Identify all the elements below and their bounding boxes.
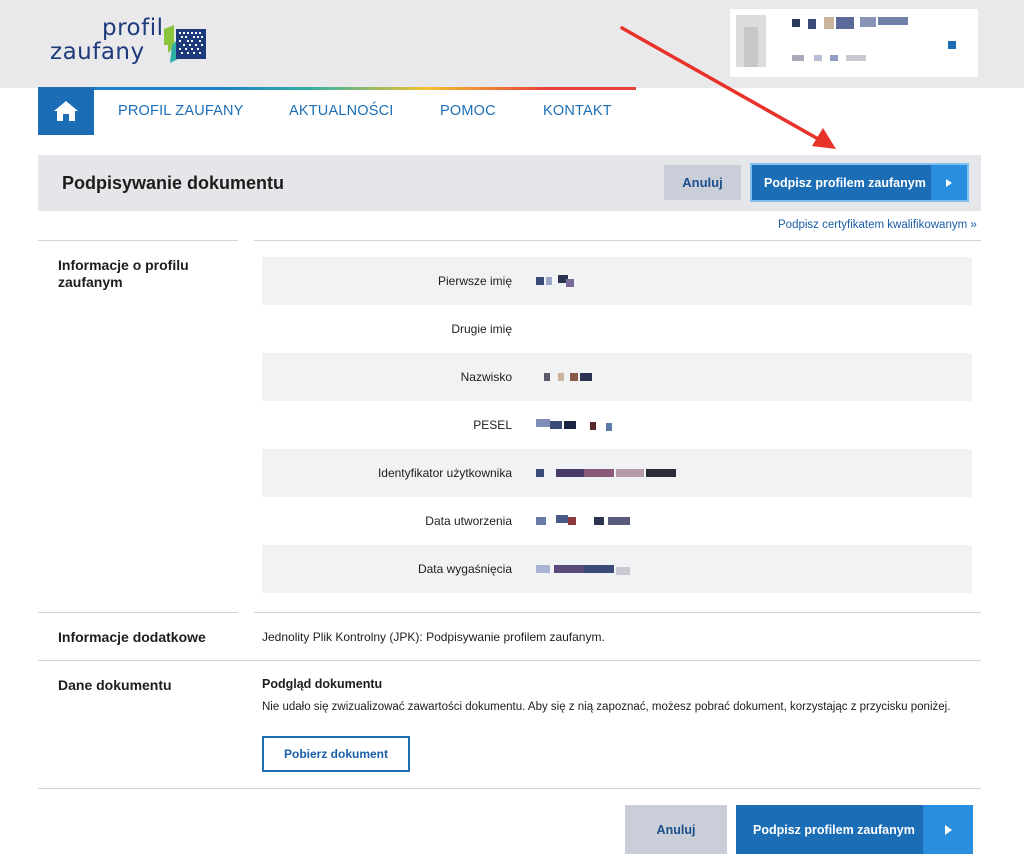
info-row-surname: Nazwisko <box>262 353 972 401</box>
info-row-created-date: Data utworzenia <box>262 497 972 545</box>
section-divider <box>254 612 981 613</box>
user-account-box-redacted[interactable] <box>730 9 978 77</box>
section-divider <box>38 788 981 789</box>
info-row-pesel: PESEL <box>262 401 972 449</box>
nav-item-kontakt[interactable]: KONTAKT <box>543 103 612 119</box>
field-label: Nazwisko <box>460 370 512 384</box>
section-label-document-data: Dane dokumentu <box>58 677 172 693</box>
field-label: Pierwsze imię <box>437 274 512 288</box>
sign-with-qualified-certificate-link[interactable]: Podpisz certyfikatem kwalifikowanym » <box>778 219 977 231</box>
sign-trusted-profile-button-top[interactable]: Podpisz profilem zaufanym <box>750 163 969 202</box>
section-divider <box>38 660 981 661</box>
sign-trusted-profile-button-bottom[interactable]: Podpisz profilem zaufanym <box>736 805 973 854</box>
play-arrow-icon <box>923 805 973 854</box>
name-redacted <box>808 19 816 29</box>
nav-color-stripe <box>38 87 636 90</box>
name-redacted <box>824 17 834 29</box>
nav-item-profil-zaufany[interactable]: PROFIL ZAUFANY <box>118 103 244 119</box>
page-header-bar: Podpisywanie dokumentu Anuluj Podpisz pr… <box>38 155 981 211</box>
field-label: Drugie imię <box>451 322 512 336</box>
logo-text-line2: zaufany <box>50 39 145 65</box>
field-label: Identyfikator użytkownika <box>377 466 512 480</box>
play-arrow-icon <box>931 165 967 200</box>
nav-item-pomoc[interactable]: POMOC <box>440 103 496 119</box>
logo-mark-icon <box>164 25 206 63</box>
field-label: Data wygaśnięcia <box>417 562 512 576</box>
field-label: PESEL <box>473 418 512 432</box>
status-dot <box>948 41 956 49</box>
document-preview-title: Podgląd dokumentu <box>262 677 383 691</box>
document-preview-message: Nie udało się zwizualizować zawartości d… <box>262 701 951 713</box>
home-button[interactable] <box>38 87 94 135</box>
download-document-button[interactable]: Pobierz dokument <box>262 736 410 772</box>
field-label: Data utworzenia <box>425 514 512 528</box>
home-icon <box>54 101 78 121</box>
section-divider <box>38 240 238 241</box>
info-row-user-id: Identyfikator użytkownika <box>262 449 972 497</box>
nav-item-aktualnosci[interactable]: AKTUALNOŚCI <box>289 103 394 119</box>
name-redacted <box>836 17 854 29</box>
info-row-second-name: Drugie imię <box>262 305 972 353</box>
info-row-expiry-date: Data wygaśnięcia <box>262 545 972 593</box>
section-divider <box>254 240 981 241</box>
role-redacted <box>830 55 838 61</box>
section-divider <box>38 612 238 613</box>
main-navigation: PROFIL ZAUFANY AKTUALNOŚCI POMOC KONTAKT <box>38 87 636 135</box>
profil-zaufany-logo[interactable]: profil zaufany <box>50 15 220 71</box>
name-redacted <box>878 17 908 25</box>
page-title: Podpisywanie dokumentu <box>62 173 285 193</box>
section-label-profile-info: Informacje o profilu zaufanym <box>58 257 189 290</box>
section-label-additional-info: Informacje dodatkowe <box>58 629 206 645</box>
top-banner: profil zaufany <box>0 0 1024 88</box>
role-redacted <box>792 55 804 61</box>
logo-text-line1: profil <box>102 15 164 41</box>
sign-button-label: Podpisz profilem zaufanym <box>764 175 926 190</box>
role-redacted <box>846 55 866 61</box>
cancel-button-bottom[interactable]: Anuluj <box>625 805 727 854</box>
info-row-first-name: Pierwsze imię <box>262 257 972 305</box>
name-redacted <box>792 19 800 27</box>
role-redacted <box>814 55 822 61</box>
avatar-redacted-part <box>744 27 758 67</box>
additional-info-text: Jednolity Plik Kontrolny (JPK): Podpisyw… <box>262 630 605 644</box>
sign-button-label: Podpisz profilem zaufanym <box>753 822 915 837</box>
cancel-button-top[interactable]: Anuluj <box>664 165 741 200</box>
name-redacted <box>860 17 876 27</box>
